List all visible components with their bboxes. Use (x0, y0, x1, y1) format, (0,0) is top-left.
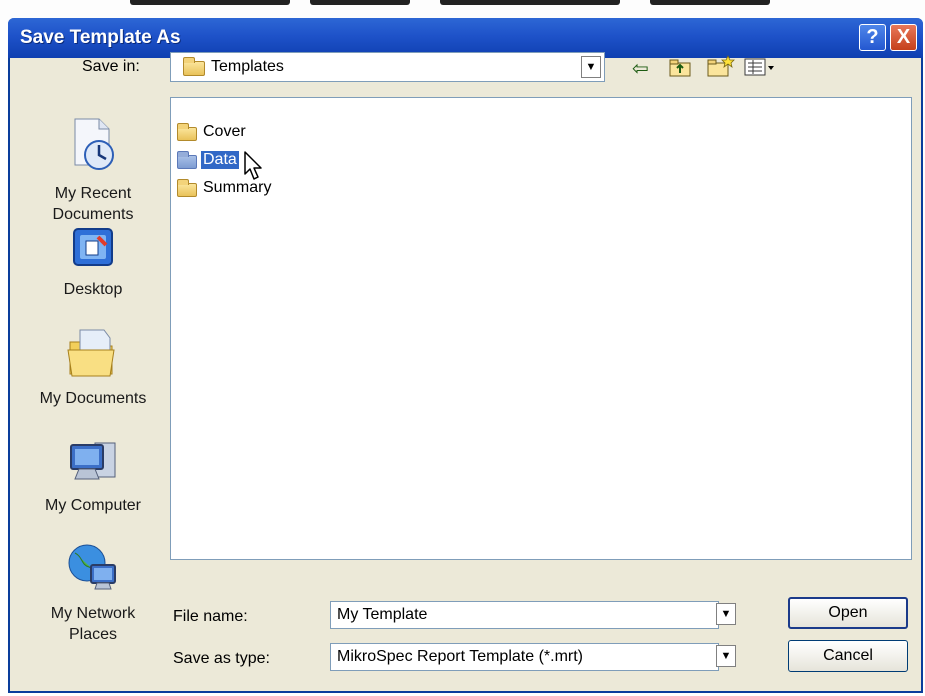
help-button[interactable]: ? (859, 24, 886, 51)
place-label: Desktop (63, 281, 123, 298)
place-label: My Documents (39, 390, 147, 407)
cancel-button[interactable]: Cancel (788, 640, 908, 672)
save-in-dropdown[interactable]: Templates ▼ (170, 52, 605, 82)
place-label: My Recent Documents (52, 185, 134, 223)
place-my-network-places[interactable]: My Network Places (18, 543, 168, 645)
list-item-label: Data (201, 151, 239, 169)
desktop-icon (73, 228, 113, 266)
save-as-type-label: Save as type: (173, 650, 270, 667)
place-my-recent-documents[interactable]: My Recent Documents (18, 117, 168, 225)
file-name-field[interactable]: My Template (330, 601, 719, 629)
scanned-page-edge (0, 0, 925, 20)
new-folder-icon[interactable] (706, 54, 736, 78)
up-folder-icon[interactable] (668, 58, 692, 78)
place-my-computer[interactable]: My Computer (18, 437, 168, 516)
place-desktop[interactable]: Desktop (18, 225, 168, 300)
chevron-down-icon[interactable]: ▼ (716, 603, 736, 625)
list-item-label: Cover (203, 123, 246, 140)
back-arrow-icon[interactable]: ⇦ (632, 56, 649, 81)
open-button[interactable]: Open (788, 597, 908, 629)
place-my-documents[interactable]: My Documents (18, 328, 168, 409)
place-label: My Computer (44, 497, 142, 514)
my-documents-icon (67, 329, 115, 377)
window-title: Save Template As (20, 27, 181, 48)
save-in-value: Templates (211, 58, 284, 75)
my-computer-icon (70, 442, 116, 480)
views-menu-icon[interactable] (744, 57, 776, 77)
folder-icon (177, 179, 197, 197)
folder-icon (177, 151, 197, 169)
save-in-label: Save in: (82, 58, 140, 75)
folder-icon (177, 123, 197, 141)
chevron-down-icon[interactable]: ▼ (581, 56, 601, 78)
recent-documents-icon (74, 118, 114, 170)
close-button[interactable]: X (890, 24, 917, 51)
chevron-down-icon[interactable]: ▼ (716, 645, 736, 667)
network-places-icon (68, 544, 116, 590)
mouse-pointer-icon (244, 151, 262, 180)
place-label: My Network Places (50, 605, 136, 643)
file-name-label: File name: (173, 608, 248, 625)
save-as-type-select[interactable]: MikroSpec Report Template (*.mrt) (330, 643, 719, 671)
folder-icon (183, 57, 205, 76)
file-list[interactable]: Cover Data Summary (170, 97, 912, 560)
